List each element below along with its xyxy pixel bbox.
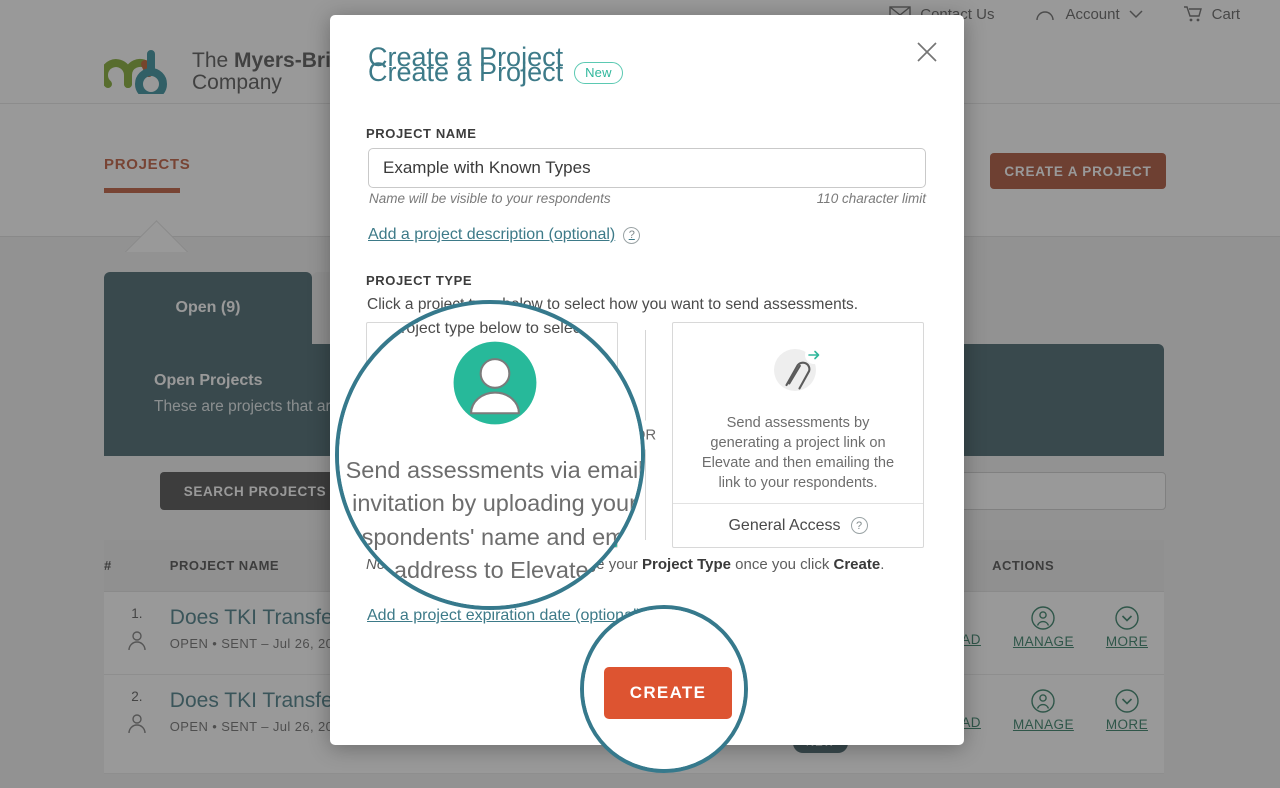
note-bold-project-type: Project Type [642, 556, 731, 573]
magnified-context-text: Click a project type below to select how… [339, 320, 645, 337]
question-mark-icon[interactable]: ? [623, 226, 641, 244]
magnifier-create-button: CREATE [580, 605, 748, 773]
general-access-icon-wrap [673, 345, 923, 399]
note-bold-create: Create [833, 556, 881, 573]
project-type-label: PROJECT TYPE [366, 273, 473, 288]
project-name-hint: Name will be visible to your respondents [369, 191, 611, 206]
avatar-person-glyph [453, 341, 536, 425]
magnified-blurb: Send assessments via email invitation by… [340, 457, 645, 584]
question-mark-icon[interactable]: ? [850, 517, 868, 534]
project-name-input[interactable] [368, 148, 926, 188]
add-description-link[interactable]: Add a project description (optional) ? [368, 226, 641, 244]
link-arrow-icon [774, 346, 823, 391]
note-end: . [880, 556, 885, 573]
app-root: The Myers-Briggs Company Contact Us Acco… [0, 0, 1280, 788]
magnified-create-button[interactable]: CREATE [604, 667, 732, 719]
magnified-create-wrap: CREATE [584, 609, 744, 769]
general-access-footer: General Access ? [673, 503, 923, 547]
magnifier-project-type: Click a project type below to select how… [335, 300, 645, 610]
character-limit-hint: 110 character limit [816, 191, 926, 206]
general-access-label: General Access [728, 516, 841, 534]
project-name-label: PROJECT NAME [366, 126, 477, 141]
project-type-card-general-access[interactable]: Send assessments by generating a project… [672, 322, 924, 548]
magnified-invitation-card: Click a project type below to select how… [339, 320, 645, 606]
note-part2: once you click [730, 556, 834, 573]
general-access-blurb: Send assessments by generating a project… [701, 415, 895, 492]
add-description-label: Add a project description (optional) [368, 226, 616, 243]
avatar-person-icon [452, 340, 538, 431]
